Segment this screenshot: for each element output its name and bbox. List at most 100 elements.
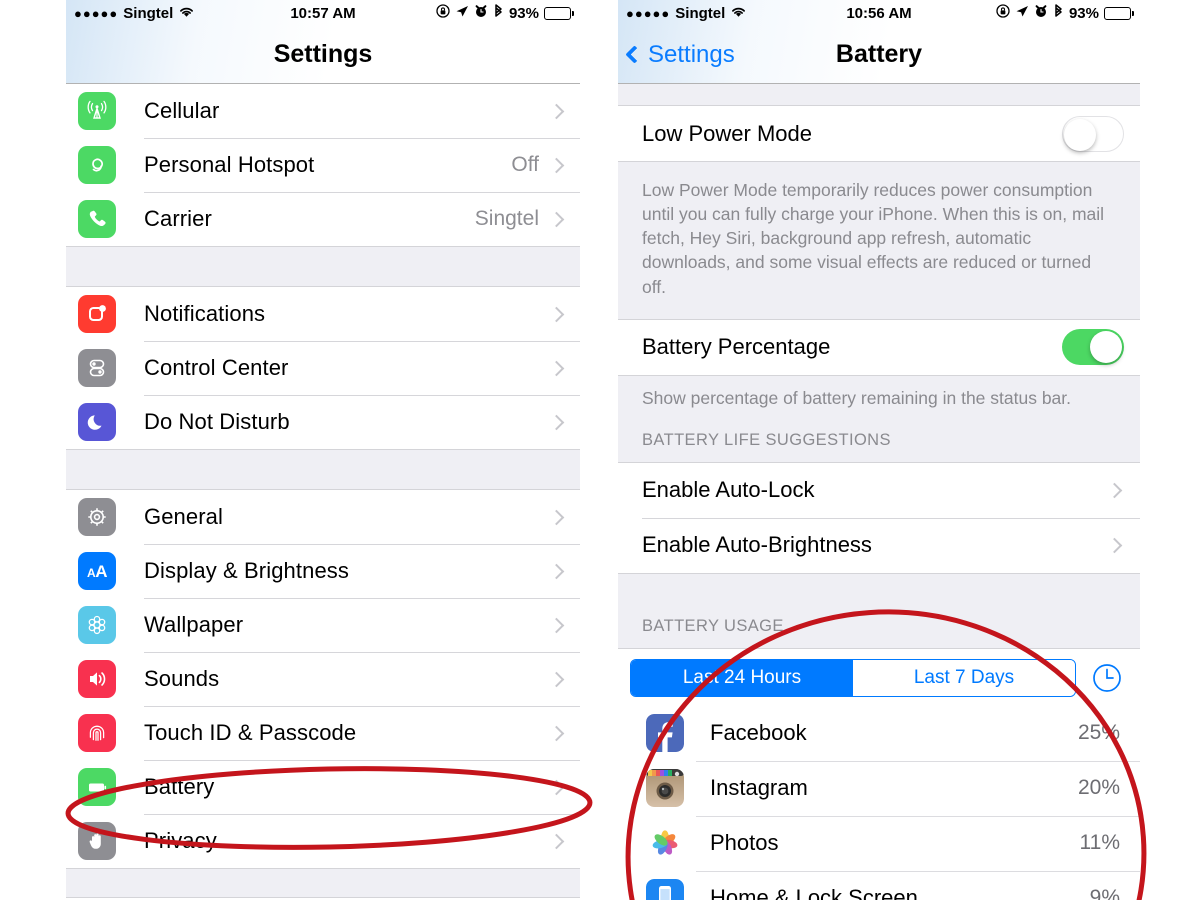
speaker-icon: [78, 660, 116, 698]
usage-app-name: Facebook: [710, 720, 807, 746]
sidebar-item-personal-hotspot[interactable]: Personal Hotspot Off: [66, 138, 580, 192]
battery-usage-section-header: BATTERY USAGE: [618, 603, 1140, 648]
chevron-right-icon: [548, 617, 565, 633]
sidebar-item-label: Battery: [144, 774, 215, 799]
page-title: Settings: [273, 40, 373, 68]
control-center-icon: [78, 349, 116, 387]
sidebar-item-label: Notifications: [144, 301, 266, 326]
segment-last-24-hours[interactable]: Last 24 Hours: [631, 659, 853, 696]
left-status-bar: ●●●●● Singtel 10:57 AM 93%: [66, 0, 580, 26]
sidebar-item-label: Do Not Disturb: [144, 409, 290, 434]
right-header: ●●●●● Singtel 10:56 AM 93% Settings Batt…: [618, 0, 1140, 84]
sidebar-item-carrier[interactable]: Carrier Singtel: [66, 192, 580, 246]
chevron-left-icon: [625, 45, 644, 64]
usage-row-instagram[interactable]: Instagram 20%: [618, 760, 1140, 816]
usage-row-photos[interactable]: Photos 11%: [618, 815, 1140, 871]
sidebar-item-label: Control Center: [144, 355, 289, 380]
sidebar-item-battery[interactable]: Battery: [66, 760, 580, 814]
bluetooth-icon: [493, 3, 504, 23]
usage-app-percent: 9%: [1089, 886, 1120, 900]
suggestions-block: Show percentage of battery remaining in …: [618, 374, 1140, 463]
battery-percentage-toggle[interactable]: [1062, 329, 1124, 366]
sidebar-item-touch-id-passcode[interactable]: Touch ID & Passcode: [66, 706, 580, 760]
rotation-lock-icon: [436, 4, 450, 22]
top-group-gap: [618, 84, 1140, 106]
chevron-right-icon: [548, 414, 565, 430]
right-status-bar: ●●●●● Singtel 10:56 AM 93%: [618, 0, 1140, 26]
right-nav-bar: Settings Battery: [618, 26, 1140, 84]
usage-section-block: BATTERY USAGE: [618, 572, 1140, 649]
sidebar-item-notifications[interactable]: Notifications: [66, 287, 580, 341]
usage-row-facebook[interactable]: Facebook 25%: [618, 705, 1140, 761]
battery-status-icon: [1104, 6, 1134, 20]
battery-percent-label: 93%: [508, 4, 539, 22]
chevron-right-icon: [1106, 482, 1123, 498]
low-power-mode-row[interactable]: Low Power Mode: [618, 106, 1140, 161]
chevron-right-icon: [548, 671, 565, 687]
back-button-label: Settings: [648, 40, 735, 68]
fingerprint-icon: [78, 714, 116, 752]
notifications-icon: [78, 295, 116, 333]
chevron-right-icon: [1106, 537, 1123, 553]
display-brightness-icon: AA: [78, 552, 116, 590]
alarm-clock-icon: [474, 4, 488, 22]
status-bar-right: 93%: [996, 3, 1134, 23]
home-lock-screen-icon: [646, 879, 684, 900]
suggestion-enable-auto-brightness[interactable]: Enable Auto-Brightness: [618, 517, 1140, 573]
sidebar-item-control-center[interactable]: Control Center: [66, 341, 580, 395]
toggle-knob: [1064, 118, 1096, 151]
low-power-mode-label: Low Power Mode: [642, 120, 812, 146]
chevron-right-icon: [548, 211, 565, 227]
usage-app-percent: 20%: [1077, 776, 1120, 800]
sidebar-item-label: Sounds: [144, 666, 220, 691]
sidebar-item-privacy[interactable]: Privacy: [66, 814, 580, 868]
chevron-right-icon: [548, 509, 565, 525]
sidebar-item-wallpaper[interactable]: Wallpaper: [66, 598, 580, 652]
battery-percent-label: 93%: [1068, 4, 1099, 22]
group-separator: [66, 246, 580, 287]
sidebar-item-label: Carrier: [144, 206, 212, 231]
chevron-right-icon: [548, 833, 565, 849]
usage-app-name: Instagram: [710, 775, 808, 801]
sidebar-item-label: Privacy: [144, 828, 217, 853]
low-power-mode-toggle[interactable]: [1062, 115, 1124, 152]
chevron-right-icon: [548, 157, 565, 173]
battery-percentage-row[interactable]: Battery Percentage: [618, 319, 1140, 375]
back-button[interactable]: Settings: [625, 40, 735, 69]
settings-group-connectivity: Cellular Personal Hotspot Off Carrier Si…: [66, 84, 580, 246]
usage-app-name: Home & Lock Screen: [710, 885, 918, 900]
hotspot-icon: [78, 146, 116, 184]
photos-icon: [646, 824, 684, 863]
sidebar-item-label: General: [144, 504, 223, 529]
usage-row-home-lock-screen[interactable]: Home & Lock Screen 9%: [618, 870, 1140, 900]
segment-last-7-days[interactable]: Last 7 Days: [853, 659, 1075, 696]
moon-icon: [78, 403, 116, 441]
group-separator: [66, 449, 580, 490]
usage-app-percent: 11%: [1079, 831, 1120, 855]
screenshot-root: ●●●●● Singtel 10:57 AM 93% Settings Cell…: [0, 0, 1200, 900]
wallpaper-icon: [78, 606, 116, 644]
page-title: Battery: [835, 40, 923, 68]
instagram-icon: [646, 769, 684, 808]
location-arrow-icon: [1015, 4, 1029, 22]
chevron-right-icon: [548, 103, 565, 119]
segmented-control[interactable]: Last 24 Hours Last 7 Days: [630, 658, 1076, 697]
right-phone-screenshot: ●●●●● Singtel 10:56 AM 93% Settings Batt…: [618, 0, 1140, 900]
sidebar-item-cellular[interactable]: Cellular: [66, 84, 580, 138]
sidebar-item-general[interactable]: General: [66, 490, 580, 544]
sidebar-item-do-not-disturb[interactable]: Do Not Disturb: [66, 395, 580, 449]
toggle-knob: [1090, 331, 1122, 364]
settings-group-notifications: Notifications Control Center Do Not Dist…: [66, 287, 580, 449]
sidebar-item-display-brightness[interactable]: AA Display & Brightness: [66, 544, 580, 598]
suggestion-enable-auto-lock[interactable]: Enable Auto-Lock: [618, 462, 1140, 518]
usage-app-percent: 25%: [1077, 721, 1120, 745]
left-phone-screenshot: ●●●●● Singtel 10:57 AM 93% Settings Cell…: [66, 0, 580, 900]
sidebar-item-label: Wallpaper: [144, 612, 244, 637]
chevron-right-icon: [548, 563, 565, 579]
hand-icon: [78, 822, 116, 860]
sidebar-item-sounds[interactable]: Sounds: [66, 652, 580, 706]
left-nav-bar: Settings: [66, 26, 580, 84]
rotation-lock-icon: [996, 4, 1010, 22]
suggestions-section-header: BATTERY LIFE SUGGESTIONS: [618, 412, 1140, 462]
clock-icon[interactable]: [1090, 661, 1124, 695]
